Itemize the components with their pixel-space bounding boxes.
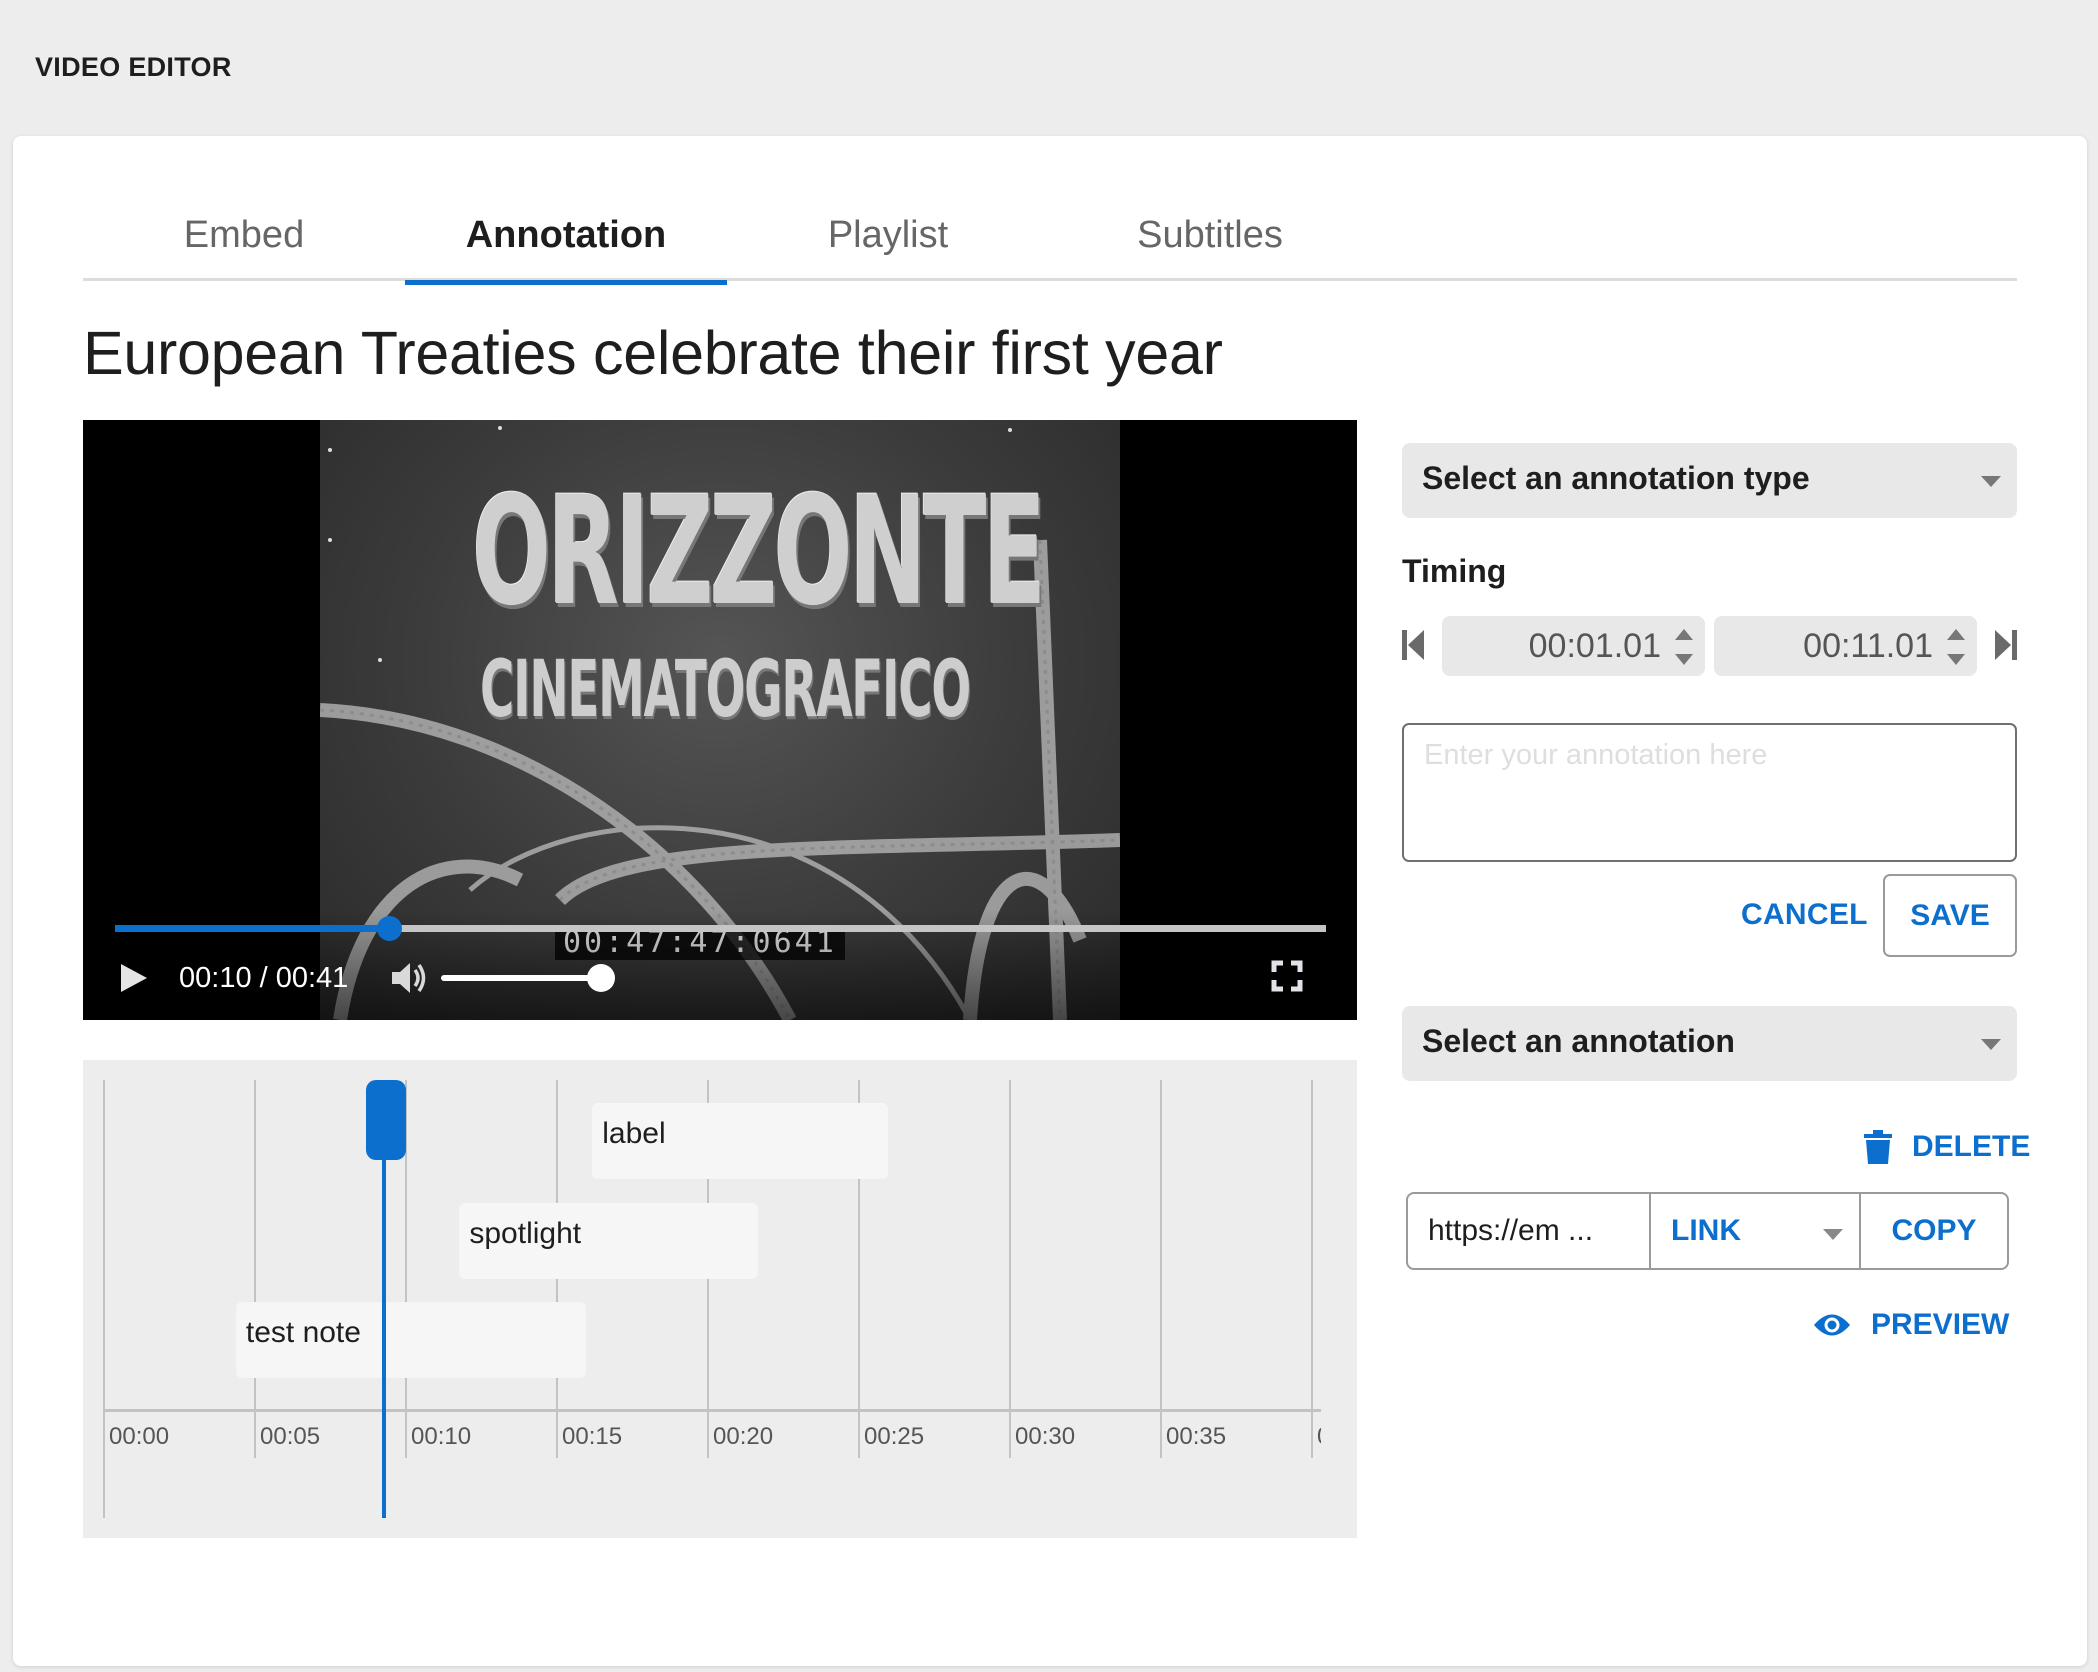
timeline-tick-label: 00:15	[562, 1423, 623, 1450]
annotation-type-select[interactable]: Select an annotation type	[1402, 443, 2017, 518]
annotation-type-select-value: Select an annotation type	[1422, 460, 1810, 496]
fullscreen-icon[interactable]	[1271, 960, 1303, 992]
start-time-value: 00:01.01	[1528, 627, 1661, 665]
end-time-increment-icon[interactable]	[1945, 628, 1967, 642]
start-time-decrement-icon[interactable]	[1673, 652, 1695, 666]
annotation-select[interactable]: Select an annotation	[1402, 1006, 2017, 1081]
tab-annotation[interactable]: Annotation	[405, 190, 727, 285]
share-link-group: https://em ... LINK COPY	[1406, 1192, 2009, 1270]
end-time-decrement-icon[interactable]	[1945, 652, 1967, 666]
seek-bar[interactable]	[115, 916, 1326, 941]
timeline-gridline	[1160, 1080, 1162, 1458]
page-title: European Treaties celebrate their first …	[83, 319, 1223, 387]
timeline-tick-label: 00:00	[109, 1423, 170, 1450]
timeline-axis	[103, 1409, 1321, 1412]
app-title: VIDEO EDITOR	[35, 52, 232, 82]
trash-icon	[1864, 1130, 1892, 1164]
save-button[interactable]: SAVE	[1883, 874, 2017, 957]
timeline-tick-label: 00:35	[1166, 1423, 1227, 1450]
timeline-gridline	[1009, 1080, 1011, 1458]
tab-playlist[interactable]: Playlist	[727, 190, 1049, 281]
timeline-tick-label: 00:40	[1317, 1423, 1321, 1451]
copy-button[interactable]: COPY	[1861, 1194, 2007, 1268]
start-time-input[interactable]: 00:01.01	[1442, 616, 1705, 676]
timeline-annotation-bar[interactable]: spotlight	[459, 1203, 759, 1279]
preview-label: PREVIEW	[1871, 1308, 2010, 1341]
seek-bar-handle[interactable]	[376, 916, 402, 941]
timeline-annotation-bar[interactable]: test note	[235, 1302, 587, 1378]
timeline-playhead-line	[381, 1120, 386, 1518]
end-time-value: 00:11.01	[1803, 627, 1933, 665]
annotation-timeline[interactable]: 00:00 00:05 00:10 00:15 00:20 00:25 00:30 00:35…	[83, 1060, 1357, 1538]
timeline-tick-label: 00:20	[713, 1423, 774, 1450]
annotation-text-input[interactable]	[1402, 723, 2017, 862]
link-type-select[interactable]: LINK	[1651, 1194, 1861, 1268]
timing-label: Timing	[1402, 553, 1507, 589]
delete-label: DELETE	[1912, 1130, 2031, 1163]
delete-button[interactable]: DELETE	[1864, 1130, 2030, 1164]
preview-button[interactable]: PREVIEW	[1813, 1308, 2009, 1342]
link-type-value: LINK	[1671, 1214, 1741, 1247]
chevron-down-icon	[1823, 1229, 1843, 1240]
tab-subtitles[interactable]: Subtitles	[1049, 190, 1371, 281]
video-player[interactable]: ORIZZONTE CINEMATOGRAFICO 00:47:47:0641 …	[83, 420, 1357, 1020]
timeline-playhead-handle[interactable]	[365, 1080, 406, 1160]
timeline-gridline	[254, 1080, 256, 1458]
volume-icon[interactable]	[388, 957, 430, 999]
tab-embed[interactable]: Embed	[83, 190, 405, 281]
annotation-select-value: Select an annotation	[1422, 1023, 1735, 1059]
eye-icon	[1814, 1314, 1850, 1336]
timeline-annotation-bar[interactable]: label	[592, 1103, 889, 1179]
volume-slider-handle[interactable]	[587, 964, 615, 992]
timeline-tick-label: 00:25	[864, 1423, 925, 1450]
chevron-down-icon	[1981, 1039, 2001, 1050]
timeline-gridline	[1311, 1080, 1313, 1458]
chevron-down-icon	[1981, 476, 2001, 487]
timeline-tick-label: 00:05	[260, 1423, 321, 1450]
volume-slider-fill	[441, 975, 601, 981]
timeline-gridline	[103, 1080, 105, 1518]
cancel-button[interactable]: CANCEL	[1741, 898, 1868, 932]
share-link-url[interactable]: https://em ...	[1408, 1194, 1651, 1268]
timeline-tick-label: 00:10	[411, 1423, 472, 1450]
time-readout: 00:10 / 00:41	[179, 962, 349, 994]
play-icon[interactable]	[115, 960, 151, 996]
timeline-tick-label: 00:30	[1015, 1423, 1076, 1450]
tab-bar: Embed Annotation Playlist Subtitles	[83, 190, 2017, 285]
end-time-input[interactable]: 00:11.01	[1714, 616, 1977, 676]
video-frame-title: ORIZZONTE	[472, 465, 1046, 639]
start-time-increment-icon[interactable]	[1673, 628, 1695, 642]
skip-to-start-icon[interactable]	[1402, 630, 1424, 660]
volume-slider[interactable]	[441, 964, 615, 992]
seek-bar-fill	[115, 925, 389, 932]
skip-to-end-icon[interactable]	[1995, 630, 2017, 660]
video-frame-subtitle: CINEMATOGRAFICO	[480, 645, 971, 735]
